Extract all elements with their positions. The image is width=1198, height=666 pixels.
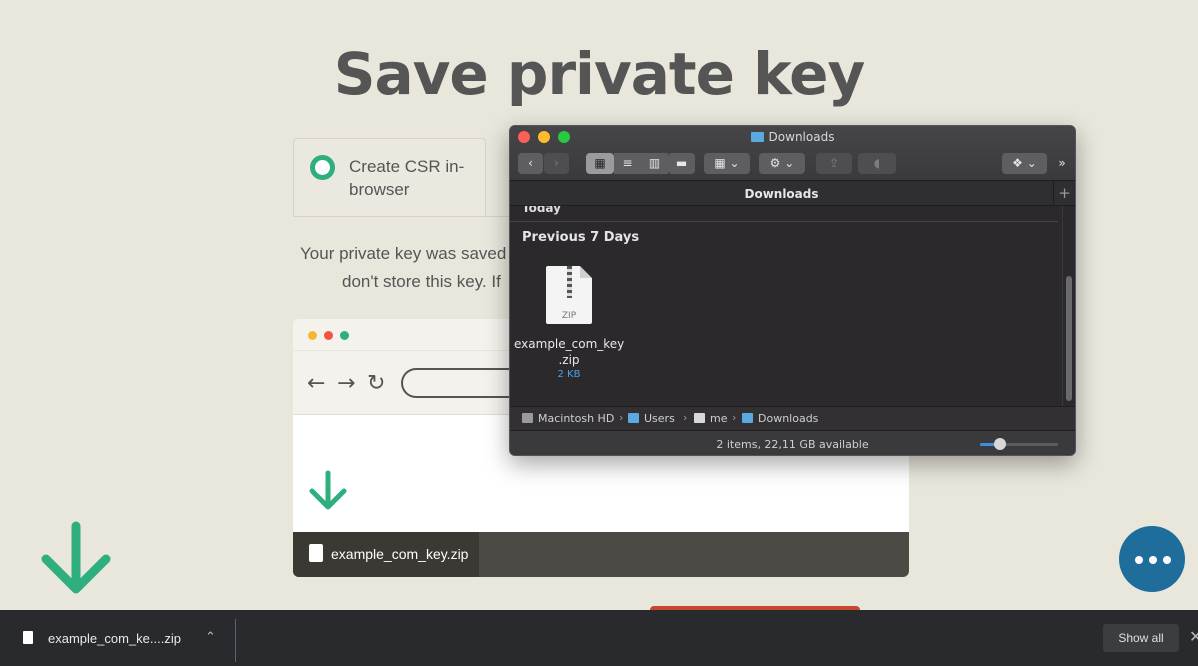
- crumb-me[interactable]: me: [694, 412, 727, 425]
- vertical-scrollbar[interactable]: [1062, 206, 1075, 406]
- section-today: Today: [522, 206, 561, 215]
- folder-icon: [628, 413, 639, 423]
- crumb-users[interactable]: Users: [628, 412, 675, 425]
- finder-status-bar: 2 items, 22,11 GB available: [510, 430, 1075, 455]
- finder-tab-bar: Downloads +: [510, 180, 1075, 206]
- file-name[interactable]: example_com_key .zip: [514, 336, 624, 368]
- finder-titlebar[interactable]: Downloads ‹ › ▦ ≡ ▥ ▬ ▦ ⌄ ⚙ ⌄ ⇪ ◖ ❖ ⌄ »: [510, 126, 1075, 180]
- scroll-thumb[interactable]: [1066, 276, 1072, 401]
- chevron-right-icon: ›: [732, 411, 737, 424]
- chevron-right-icon: ›: [683, 411, 688, 424]
- ellipsis-icon: [1135, 556, 1171, 564]
- large-download-arrow-icon: [41, 521, 111, 594]
- chevron-right-icon: ›: [619, 411, 624, 424]
- info-text: Your private key was saved don't store t…: [290, 240, 515, 296]
- forward-arrow-icon: →: [337, 371, 356, 396]
- zip-archive-icon[interactable]: ZIP: [546, 266, 592, 324]
- csr-option-label: Create CSR in-browser: [349, 157, 465, 199]
- group-by-button[interactable]: ▦ ⌄: [704, 153, 750, 174]
- page-title: Save private key: [333, 40, 866, 108]
- tag-icon[interactable]: ◖: [858, 153, 896, 174]
- finder-window: Downloads ‹ › ▦ ≡ ▥ ▬ ▦ ⌄ ⚙ ⌄ ⇪ ◖ ❖ ⌄ » …: [509, 125, 1076, 456]
- radio-selected-icon[interactable]: [310, 155, 335, 180]
- column-view-button[interactable]: ▥: [641, 153, 668, 174]
- info-line-1: Your private key was saved: [300, 244, 507, 263]
- illustration-download-label: example_com_key.zip: [331, 546, 469, 562]
- chat-button[interactable]: [1119, 526, 1185, 592]
- file-icon: [23, 631, 33, 644]
- icon-view-button[interactable]: ▦: [586, 153, 614, 174]
- file-size: 2 KB: [557, 369, 581, 380]
- toolbar-overflow-icon[interactable]: »: [1053, 153, 1071, 174]
- folder-icon: [742, 413, 753, 423]
- illustration-download-bar: example_com_key.zip: [293, 532, 909, 577]
- illustration-download-item: example_com_key.zip: [293, 532, 479, 577]
- zip-file-icon: [309, 544, 323, 562]
- finder-content[interactable]: Today Previous 7 Days ZIP example_com_ke…: [510, 206, 1062, 406]
- new-tab-plus-icon[interactable]: +: [1053, 181, 1075, 206]
- download-arrow-icon: [309, 470, 347, 510]
- tab-downloads[interactable]: Downloads: [510, 187, 1053, 201]
- home-icon: [694, 413, 705, 423]
- chevron-up-icon[interactable]: ⌃: [205, 630, 216, 645]
- crumb-macintosh-hd[interactable]: Macintosh HD: [522, 412, 614, 425]
- finder-title: Downloads: [510, 130, 1075, 144]
- back-button[interactable]: ‹: [518, 153, 543, 174]
- list-view-button[interactable]: ≡: [614, 153, 641, 174]
- download-shelf: example_com_ke....zip ⌃ Show all ✕: [0, 610, 1198, 666]
- reload-icon: ↻: [367, 371, 386, 396]
- dropbox-icon[interactable]: ❖ ⌄: [1002, 153, 1047, 174]
- info-line-2: don't store this key. If: [342, 272, 501, 291]
- yellow-dot-icon: [308, 331, 317, 340]
- forward-button[interactable]: ›: [544, 153, 569, 174]
- red-dot-icon: [324, 331, 333, 340]
- folder-icon: [750, 132, 764, 142]
- finder-path-bar: Macintosh HD › Users › me › Downloads: [510, 406, 1075, 430]
- green-dot-icon: [340, 331, 349, 340]
- share-icon[interactable]: ⇪: [816, 153, 852, 174]
- gallery-view-button[interactable]: ▬: [668, 153, 695, 174]
- slider-knob[interactable]: [994, 438, 1006, 450]
- back-arrow-icon: ←: [307, 371, 326, 396]
- csr-option-card[interactable]: Create CSR in-browser: [293, 138, 486, 217]
- divider: [235, 619, 236, 662]
- show-all-button[interactable]: Show all: [1103, 624, 1179, 652]
- divider: [293, 216, 513, 217]
- crumb-downloads[interactable]: Downloads: [742, 412, 818, 425]
- close-icon[interactable]: ✕: [1189, 627, 1198, 646]
- divider: [510, 221, 1058, 222]
- download-file-name[interactable]: example_com_ke....zip: [48, 631, 181, 646]
- hard-drive-icon: [522, 413, 533, 423]
- section-previous-7-days: Previous 7 Days: [522, 230, 640, 245]
- icon-size-slider[interactable]: [980, 438, 1058, 450]
- gear-icon[interactable]: ⚙ ⌄: [759, 153, 805, 174]
